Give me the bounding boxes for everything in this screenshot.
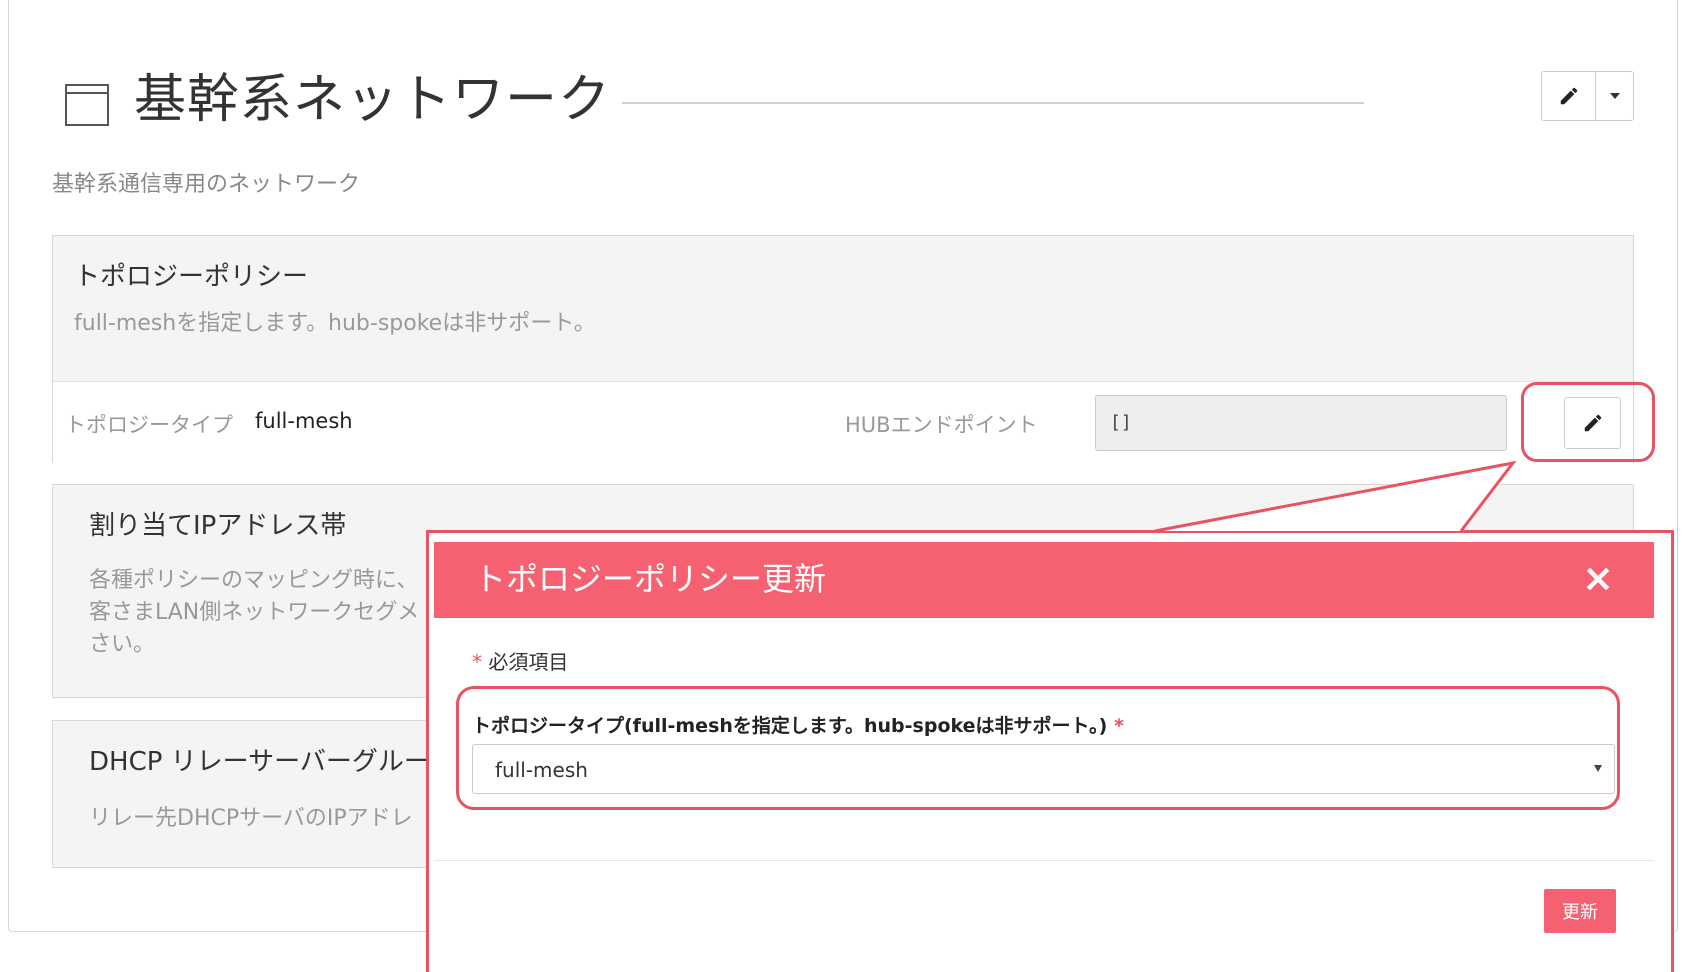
hub-endpoint-field: [] <box>1095 395 1507 451</box>
page-action-group <box>1541 71 1634 121</box>
topology-type-select[interactable]: full-mesh <box>472 744 1615 794</box>
select-value: full-mesh <box>495 758 588 782</box>
chevron-down-icon <box>1594 765 1602 772</box>
update-button[interactable]: 更新 <box>1544 889 1616 933</box>
page-description: 基幹系通信専用のネットワーク <box>52 172 361 197</box>
dhcp-panel-description: リレー先DHCPサーバのIPアドレ <box>89 806 413 831</box>
topology-panel-description: full-meshを指定します。hub-spokeは非サポート。 <box>74 311 596 336</box>
field-required-star: * <box>1113 715 1124 737</box>
modal-header: トポロジーポリシー更新 × <box>434 542 1654 618</box>
topology-detail-row: トポロジータイプ full-mesh HUBエンドポイント [] <box>53 381 1633 463</box>
title-divider <box>622 102 1364 104</box>
topology-policy-panel: トポロジーポリシー full-meshを指定します。hub-spokeは非サポー… <box>52 235 1634 463</box>
ip-panel-description: 各種ポリシーのマッピング時に、 客さまLAN側ネットワークセグメ さい。 <box>89 565 419 661</box>
edit-button-highlight <box>1521 382 1655 462</box>
topology-type-field-label: トポロジータイプ(full-meshを指定します。hub-spokeは非サポート… <box>472 711 1124 738</box>
page-edit-button[interactable] <box>1541 71 1596 121</box>
caret-down-icon <box>1609 93 1620 99</box>
ip-description-line: さい。 <box>89 632 156 657</box>
modal-footer-divider <box>434 860 1654 861</box>
required-note-text: 必須項目 <box>488 650 569 674</box>
page-menu-dropdown-button[interactable] <box>1596 71 1634 121</box>
topology-type-label: トポロジータイプ <box>65 413 233 437</box>
topology-panel-title: トポロジーポリシー <box>74 262 309 292</box>
topology-type-value: full-mesh <box>255 409 353 433</box>
field-label-text: トポロジータイプ(full-meshを指定します。hub-spokeは非サポート… <box>472 715 1108 737</box>
window-icon <box>65 84 109 126</box>
required-fields-note: * 必須項目 <box>472 646 568 675</box>
ip-description-line: 客さまLAN側ネットワークセグメ <box>89 600 420 625</box>
dhcp-panel-title: DHCP リレーサーバーグルー <box>89 747 430 777</box>
ip-panel-title: 割り当てIPアドレス帯 <box>89 511 347 541</box>
close-icon[interactable]: × <box>1578 558 1618 598</box>
page-title: 基幹系ネットワーク <box>134 70 612 130</box>
hub-endpoint-label: HUBエンドポイント <box>845 413 1038 437</box>
modal-title: トポロジーポリシー更新 <box>474 560 827 598</box>
pencil-icon <box>1560 87 1577 105</box>
required-star: * <box>472 650 482 674</box>
ip-description-line: 各種ポリシーのマッピング時に、 <box>89 568 419 593</box>
